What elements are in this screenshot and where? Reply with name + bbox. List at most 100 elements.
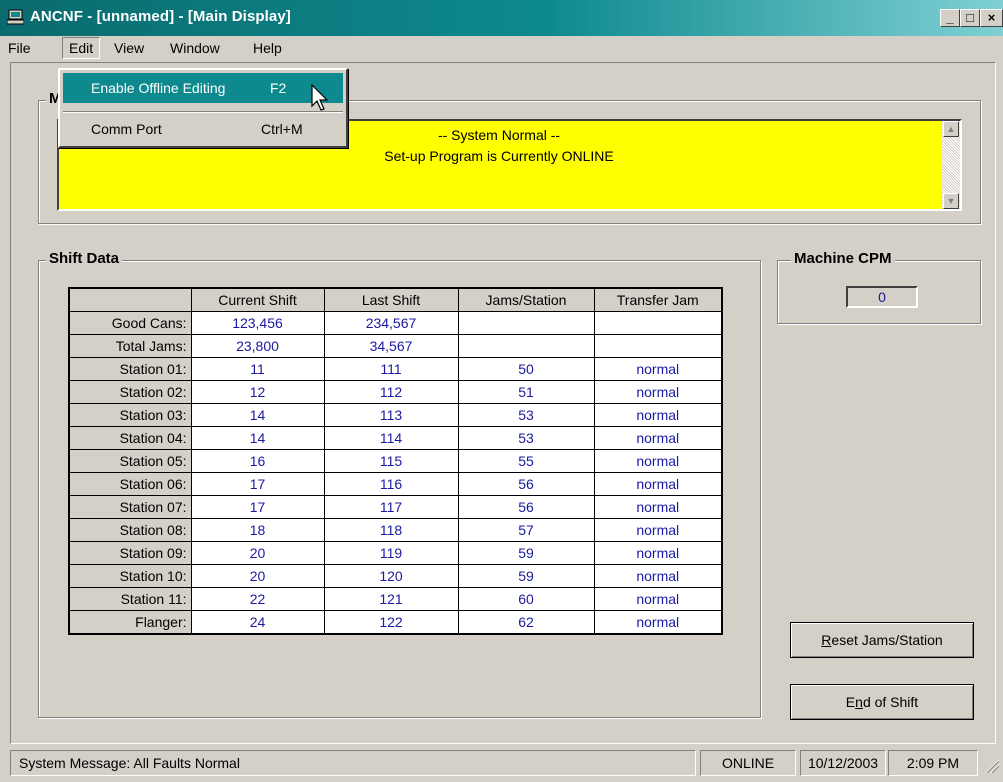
table-row: Station 02: 12 112 51 normal — [68, 380, 723, 404]
title-bar[interactable]: ANCNF - [unnamed] - [Main Display] _ □ × — [0, 0, 1003, 36]
table-row: Station 03: 14 113 53 normal — [68, 403, 723, 427]
reset-mnemonic: R — [821, 632, 832, 648]
data-cell — [457, 334, 595, 358]
data-cell — [457, 311, 595, 335]
data-cell: 16 — [190, 449, 325, 473]
end-of-shift-button[interactable]: End of Shift — [790, 684, 974, 720]
menu-window[interactable]: Window — [164, 37, 226, 59]
scroll-down-arrow-icon[interactable]: ▼ — [943, 193, 959, 209]
menu-help[interactable]: Help — [247, 37, 288, 59]
data-cell: 51 — [457, 380, 595, 404]
menu-item-comm-port[interactable]: Comm Port Ctrl+M — [63, 116, 343, 142]
table-row: Station 01: 11 111 50 normal — [68, 357, 723, 381]
scroll-up-arrow-icon[interactable]: ▲ — [943, 121, 959, 137]
menu-item-label: Enable Offline Editing — [91, 80, 226, 96]
row-label: Station 10: — [68, 564, 192, 588]
reset-jams-station-button[interactable]: Reset Jams/Station — [790, 622, 974, 658]
table-row: Station 08: 18 118 57 normal — [68, 518, 723, 542]
data-cell: 53 — [457, 403, 595, 427]
menu-item-enable-offline-editing[interactable]: Enable Offline Editing F2 — [63, 73, 343, 103]
size-grip-icon[interactable] — [982, 756, 1000, 774]
data-cell: 56 — [457, 472, 595, 496]
data-cell: normal — [593, 449, 723, 473]
data-cell — [593, 311, 723, 335]
menu-view[interactable]: View — [108, 37, 150, 59]
data-cell: 111 — [323, 357, 459, 381]
maximize-button[interactable]: □ — [960, 9, 980, 27]
data-cell: 118 — [323, 518, 459, 542]
data-cell: 115 — [323, 449, 459, 473]
row-label: Flanger: — [68, 610, 192, 635]
mouse-pointer-icon — [311, 84, 329, 111]
table-row: Station 10: 20 120 59 normal — [68, 564, 723, 588]
message-scrollbar[interactable]: ▲ ▼ — [942, 121, 960, 209]
data-cell: 14 — [190, 426, 325, 450]
data-cell: normal — [593, 357, 723, 381]
data-cell: 11 — [190, 357, 325, 381]
data-cell: 17 — [190, 495, 325, 519]
row-label: Station 01: — [68, 357, 192, 381]
data-cell: 56 — [457, 495, 595, 519]
reset-label: eset Jams/Station — [831, 632, 943, 648]
status-time-panel: 2:09 PM — [888, 750, 978, 776]
end-label-pre: E — [845, 694, 856, 710]
data-cell: 117 — [323, 495, 459, 519]
menu-edit[interactable]: Edit — [62, 37, 101, 59]
table-row: Station 06: 17 116 56 normal — [68, 472, 723, 496]
row-label: Station 05: — [68, 449, 192, 473]
menu-separator — [63, 111, 343, 113]
data-cell: 22 — [190, 587, 325, 611]
minimize-button[interactable]: _ — [940, 9, 960, 27]
data-cell: normal — [593, 380, 723, 404]
machine-cpm-label: Machine CPM — [791, 250, 895, 267]
row-label: Station 08: — [68, 518, 192, 542]
data-cell: 60 — [457, 587, 595, 611]
menu-file[interactable]: File — [2, 37, 37, 59]
data-cell: 121 — [323, 587, 459, 611]
data-cell: 50 — [457, 357, 595, 381]
data-cell: normal — [593, 495, 723, 519]
data-cell — [593, 334, 723, 358]
row-label: Station 11: — [68, 587, 192, 611]
row-label: Good Cans: — [68, 311, 192, 335]
status-connection-panel: ONLINE — [700, 750, 796, 776]
table-row: Good Cans: 123,456 234,567 — [68, 311, 723, 335]
data-cell: 120 — [323, 564, 459, 588]
row-label: Station 02: — [68, 380, 192, 404]
data-cell: normal — [593, 610, 723, 635]
data-cell: 53 — [457, 426, 595, 450]
data-cell: normal — [593, 472, 723, 496]
menu-item-shortcut: F2 — [270, 80, 287, 96]
data-cell: 119 — [323, 541, 459, 565]
data-cell: 234,567 — [323, 311, 459, 335]
table-row: Station 05: 16 115 55 normal — [68, 449, 723, 473]
row-label: Total Jams: — [68, 334, 192, 358]
column-header: Last Shift — [323, 287, 459, 312]
row-label: Station 03: — [68, 403, 192, 427]
table-row: Station 07: 17 117 56 normal — [68, 495, 723, 519]
data-cell: 34,567 — [323, 334, 459, 358]
computer-app-icon — [7, 9, 24, 25]
data-cell: 14 — [190, 403, 325, 427]
table-row: Station 09: 20 119 59 normal — [68, 541, 723, 565]
column-header: Transfer Jam — [593, 287, 723, 312]
data-cell: 12 — [190, 380, 325, 404]
row-label: Station 06: — [68, 472, 192, 496]
data-cell: 114 — [323, 426, 459, 450]
row-label: Station 07: — [68, 495, 192, 519]
close-button[interactable]: × — [980, 9, 1003, 27]
data-cell: 20 — [190, 564, 325, 588]
edit-menu-dropdown: Enable Offline Editing F2 Comm Port Ctrl… — [58, 68, 348, 148]
data-cell: 122 — [323, 610, 459, 635]
window-title: ANCNF - [unnamed] - [Main Display] — [30, 8, 291, 25]
data-cell: 62 — [457, 610, 595, 635]
menu-item-shortcut: Ctrl+M — [261, 121, 303, 137]
data-cell: 18 — [190, 518, 325, 542]
column-header — [68, 287, 192, 312]
data-cell: 17 — [190, 472, 325, 496]
data-cell: 59 — [457, 541, 595, 565]
data-cell: 24 — [190, 610, 325, 635]
data-cell: normal — [593, 403, 723, 427]
column-header: Current Shift — [190, 287, 325, 312]
row-label: Station 09: — [68, 541, 192, 565]
